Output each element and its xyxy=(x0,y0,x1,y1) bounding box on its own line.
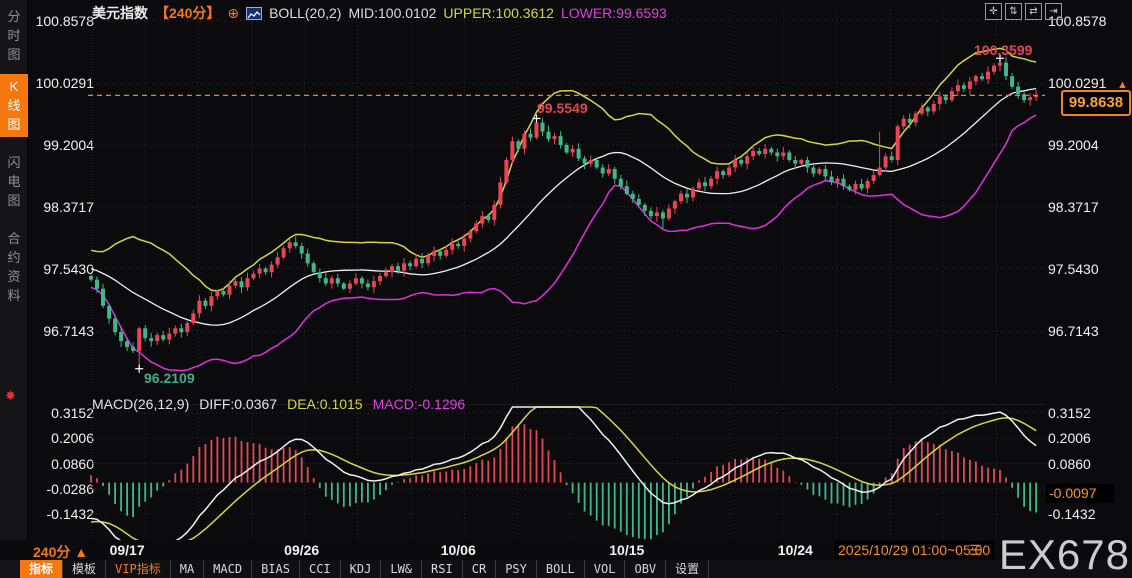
indicator-toolbar: 指标 模板 VIP指标 MA MACD BIAS CCI KDJ LW& RSI CR PSY BOLL… xyxy=(20,560,1132,578)
toolbar-item-2[interactable]: VIP指标 xyxy=(106,560,171,578)
axis-horizontal-icon[interactable]: ⇄ xyxy=(1025,3,1042,20)
macd-axis-label: 0.2006 xyxy=(51,430,94,447)
swing-high-annotation: 99.5549 xyxy=(537,100,588,116)
price-axis-label: 96.7143 xyxy=(1048,323,1099,339)
macd-chart[interactable] xyxy=(88,404,1045,548)
price-axis-label: 98.3717 xyxy=(1048,199,1099,215)
macd-axis-label: 0.3152 xyxy=(1048,405,1091,421)
price-axis-label: 98.3717 xyxy=(43,199,94,215)
chart-type-sidebar: ✸ 分 时 图 K 线 图闪 电 图合 约 资 料 xyxy=(0,0,28,578)
toolbar-item-10[interactable]: CR xyxy=(463,560,497,578)
chart-tool-buttons: ✛ ⇅ ⇄ ⇥ xyxy=(985,3,1062,20)
price-axis-label: 99.2004 xyxy=(43,137,94,153)
toolbar-item-6[interactable]: CCI xyxy=(300,560,341,578)
axis-vertical-icon[interactable]: ⇅ xyxy=(1005,3,1022,20)
sidebar-tab-1[interactable]: K 线 图 xyxy=(0,74,28,137)
boll-lower-value: LOWER:99.6593 xyxy=(560,5,667,21)
price-axis-label: 96.7143 xyxy=(43,323,94,339)
x-axis-row: 240分 ▲ 09/17 09/26 10/06 10/15 10/24 2025/10… xyxy=(0,540,1132,560)
price-axis-label: 100.8578 xyxy=(35,13,94,29)
x-axis-date: 10/24 xyxy=(777,542,813,558)
toolbar-item-3[interactable]: MA xyxy=(171,560,205,578)
chart-header: 美元指数 【240分】 ⊕ BOLL(20,2) MID:100.0102 UP… xyxy=(92,4,667,22)
symbol-name: 美元指数 xyxy=(92,5,148,21)
macd-axis-label: -0.1432 xyxy=(46,506,94,523)
x-axis-date: 10/06 xyxy=(440,542,476,558)
macd-last-value-badge: -0.0097 xyxy=(1046,484,1114,503)
high-price-annotation: 100.3599 xyxy=(974,42,1033,58)
boll-mid-value: MID:100.0102 xyxy=(348,5,437,21)
sidebar-tab-3[interactable]: 合 约 资 料 xyxy=(0,226,28,308)
toolbar-item-11[interactable]: PSY xyxy=(496,560,537,578)
macd-header: MACD(26,12,9) DIFF:0.0367 DEA:0.1015 MAC… xyxy=(92,396,465,412)
toolbar-item-9[interactable]: RSI xyxy=(422,560,463,578)
price-axis-label: 97.5430 xyxy=(43,261,94,277)
macd-axis-label: 0.2006 xyxy=(1048,430,1091,447)
toolbar-item-7[interactable]: KDJ xyxy=(341,560,382,578)
menu-icon[interactable]: ☰ xyxy=(969,542,982,559)
watermark-logo: EX678 xyxy=(998,531,1130,578)
period-label[interactable]: 【240分】 xyxy=(155,3,220,23)
macd-axis-label: -0.1432 xyxy=(1048,506,1096,523)
macd-axis-label: 0.3152 xyxy=(51,405,94,421)
toolbar-item-13[interactable]: VOL xyxy=(585,560,626,578)
toolbar-item-8[interactable]: LW& xyxy=(381,560,423,578)
period-selector[interactable]: 240分 ▲ xyxy=(33,542,88,562)
toolbar-item-12[interactable]: BOLL xyxy=(537,560,585,578)
price-up-arrow-icon: ▲ xyxy=(1117,79,1128,91)
macd-axis-label: 0.0860 xyxy=(1048,455,1091,472)
macd-diff-value: DIFF:0.0367 xyxy=(199,396,278,412)
candlestick-chart[interactable] xyxy=(88,10,1045,395)
toolbar-item-5[interactable]: BIAS xyxy=(252,560,300,578)
macd-dea-value: DEA:0.1015 xyxy=(287,396,363,412)
app-window: ✸ 分 时 图 K 线 图闪 电 图合 约 资 料 美元指数 【240分】 ⊕ B… xyxy=(0,0,1132,578)
price-axis-label: 100.0291 xyxy=(35,75,94,91)
add-circle-icon[interactable]: ⊕ xyxy=(227,5,239,22)
macd-axis-label: 0.0860 xyxy=(51,455,94,472)
last-price-badge: 99.8638 xyxy=(1061,90,1131,116)
macd-macd-value: MACD:-0.1296 xyxy=(372,396,466,412)
alert-icon[interactable]: ✸ xyxy=(5,388,16,404)
chart-icon[interactable] xyxy=(246,6,263,20)
toolbar-item-0[interactable]: 指标 xyxy=(20,560,64,578)
toolbar-item-15[interactable]: 设置 xyxy=(666,560,710,578)
toolbar-item-1[interactable]: 模板 xyxy=(63,560,107,578)
sidebar-tab-0[interactable]: 分 时 图 xyxy=(0,4,28,67)
macd-title: MACD(26,12,9) xyxy=(92,396,190,412)
boll-upper-value: UPPER:100.3612 xyxy=(443,5,554,21)
x-axis-date: 09/17 xyxy=(109,542,145,558)
axis-shift-icon[interactable]: ⇥ xyxy=(1045,3,1062,20)
move-icon[interactable]: ✛ xyxy=(985,3,1002,20)
boll-label: BOLL(20,2) xyxy=(269,5,342,21)
price-axis-label: 100.0291 xyxy=(1048,75,1107,91)
toolbar-item-4[interactable]: MACD xyxy=(204,560,253,578)
price-axis-label: 97.5430 xyxy=(1048,261,1099,277)
toolbar-item-14[interactable]: OBV xyxy=(625,560,667,578)
x-axis-date: 10/15 xyxy=(609,542,645,558)
low-price-annotation: 96.2109 xyxy=(144,370,195,386)
x-axis-date: 09/26 xyxy=(284,542,320,558)
macd-axis-label: -0.0286 xyxy=(46,480,94,497)
sidebar-tab-2[interactable]: 闪 电 图 xyxy=(0,150,28,213)
price-axis-label: 99.2004 xyxy=(1048,137,1099,153)
